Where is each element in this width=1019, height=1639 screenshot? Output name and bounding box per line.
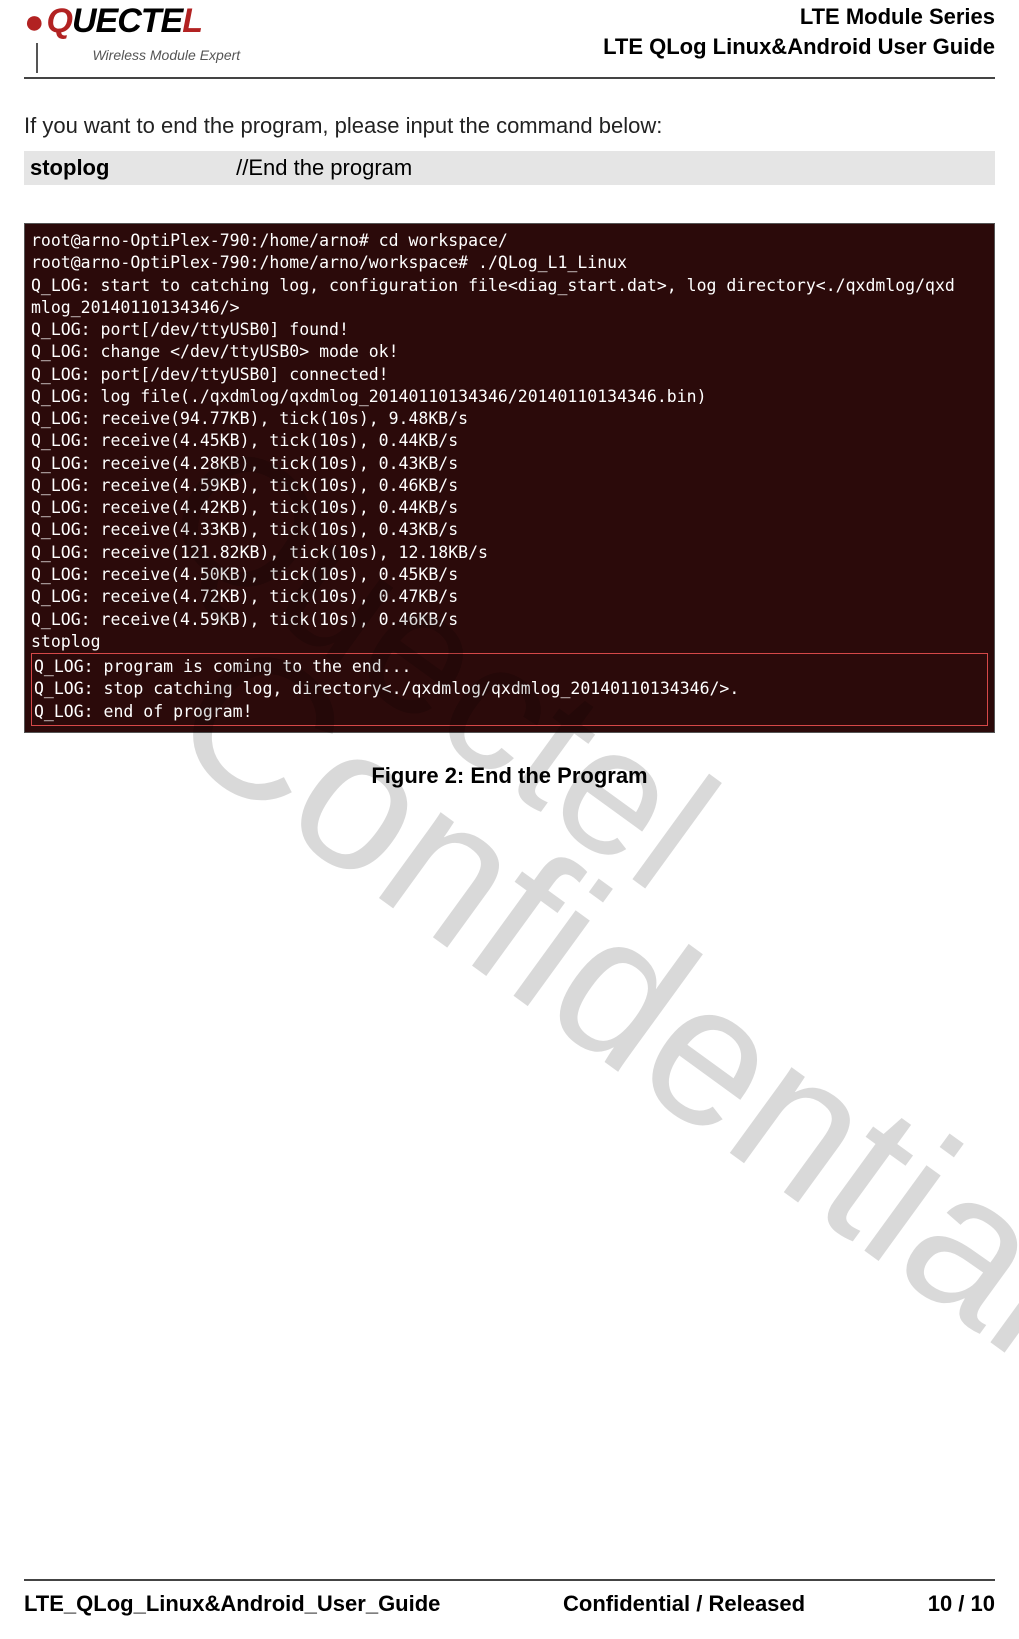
command-comment: //End the program xyxy=(236,155,412,180)
footer-rule xyxy=(24,1579,995,1581)
terminal-line: Q_LOG: receive(4.33KB), tick(10s), 0.43K… xyxy=(31,519,988,541)
doc-title-line1: LTE Module Series xyxy=(603,2,995,32)
brand-sub-row: Wireless Module Expert xyxy=(24,41,240,71)
command-name: stoplog xyxy=(30,155,230,181)
terminal-line: Q_LOG: receive(4.50KB), tick(10s), 0.45K… xyxy=(31,564,988,586)
header-rule xyxy=(24,77,995,79)
terminal-line: mlog_20140110134346/> xyxy=(31,297,988,319)
terminal-line: Q_LOG: port[/dev/ttyUSB0] connected! xyxy=(31,364,988,386)
terminal-line: Q_LOG: stop catching log, directory<./qx… xyxy=(34,678,985,700)
brand-logo-main: ● QUECTEL xyxy=(24,2,240,41)
terminal-line: Q_LOG: receive(4.42KB), tick(10s), 0.44K… xyxy=(31,497,988,519)
intro-text: If you want to end the program, please i… xyxy=(24,113,995,139)
terminal-line: Q_LOG: end of program! xyxy=(34,701,985,723)
page-header: ● QUECTEL Wireless Module Expert LTE Mod… xyxy=(24,0,995,71)
terminal-line: Q_LOG: receive(4.45KB), tick(10s), 0.44K… xyxy=(31,430,988,452)
terminal-line: Q_LOG: port[/dev/ttyUSB0] found! xyxy=(31,319,988,341)
terminal-line: Q_LOG: program is coming to the end... xyxy=(34,656,985,678)
doc-title-block: LTE Module Series LTE QLog Linux&Android… xyxy=(603,2,995,61)
brand-logo: ● QUECTEL Wireless Module Expert xyxy=(24,2,240,71)
footer-row: LTE_QLog_Linux&Android_User_Guide Confid… xyxy=(24,1591,995,1617)
terminal-line: Q_LOG: log file(./qxdmlog/qxdmlog_201401… xyxy=(31,386,988,408)
doc-title-line2: LTE QLog Linux&Android User Guide xyxy=(603,32,995,62)
terminal-line: Q_LOG: receive(4.59KB), tick(10s), 0.46K… xyxy=(31,609,988,631)
brand-name: QUECTEL xyxy=(47,2,202,41)
terminal-line: Q_LOG: receive(4.59KB), tick(10s), 0.46K… xyxy=(31,475,988,497)
terminal-line: Q_LOG: start to catching log, configurat… xyxy=(31,275,988,297)
footer-page-number: 10 / 10 xyxy=(928,1591,995,1617)
terminal-figure: root@arno-OptiPlex-790:/home/arno# cd wo… xyxy=(24,223,995,733)
command-row: stoplog //End the program xyxy=(24,151,995,185)
terminal-line: Q_LOG: receive(4.28KB), tick(10s), 0.43K… xyxy=(31,453,988,475)
terminal-line: root@arno-OptiPlex-790:/home/arno# cd wo… xyxy=(31,230,988,252)
terminal-line: stoplog xyxy=(31,631,988,653)
terminal-line: Q_LOG: receive(4.72KB), tick(10s), 0.47K… xyxy=(31,586,988,608)
footer-status: Confidential / Released xyxy=(563,1591,805,1617)
footer-doc-name: LTE_QLog_Linux&Android_User_Guide xyxy=(24,1591,440,1617)
brand-separator-icon xyxy=(36,43,38,73)
terminal-line: root@arno-OptiPlex-790:/home/arno/worksp… xyxy=(31,252,988,274)
terminal-line: Q_LOG: receive(121.82KB), tick(10s), 12.… xyxy=(31,542,988,564)
figure-caption: Figure 2: End the Program xyxy=(24,763,995,789)
terminal-highlight-box: Q_LOG: program is coming to the end... Q… xyxy=(31,653,988,726)
terminal-line: Q_LOG: receive(94.77KB), tick(10s), 9.48… xyxy=(31,408,988,430)
page-footer: LTE_QLog_Linux&Android_User_Guide Confid… xyxy=(24,1579,995,1617)
terminal-window: root@arno-OptiPlex-790:/home/arno# cd wo… xyxy=(24,223,995,733)
page: ● QUECTEL Wireless Module Expert LTE Mod… xyxy=(0,0,1019,1639)
brand-tagline: Wireless Module Expert xyxy=(92,47,240,63)
terminal-line: Q_LOG: change </dev/ttyUSB0> mode ok! xyxy=(31,341,988,363)
